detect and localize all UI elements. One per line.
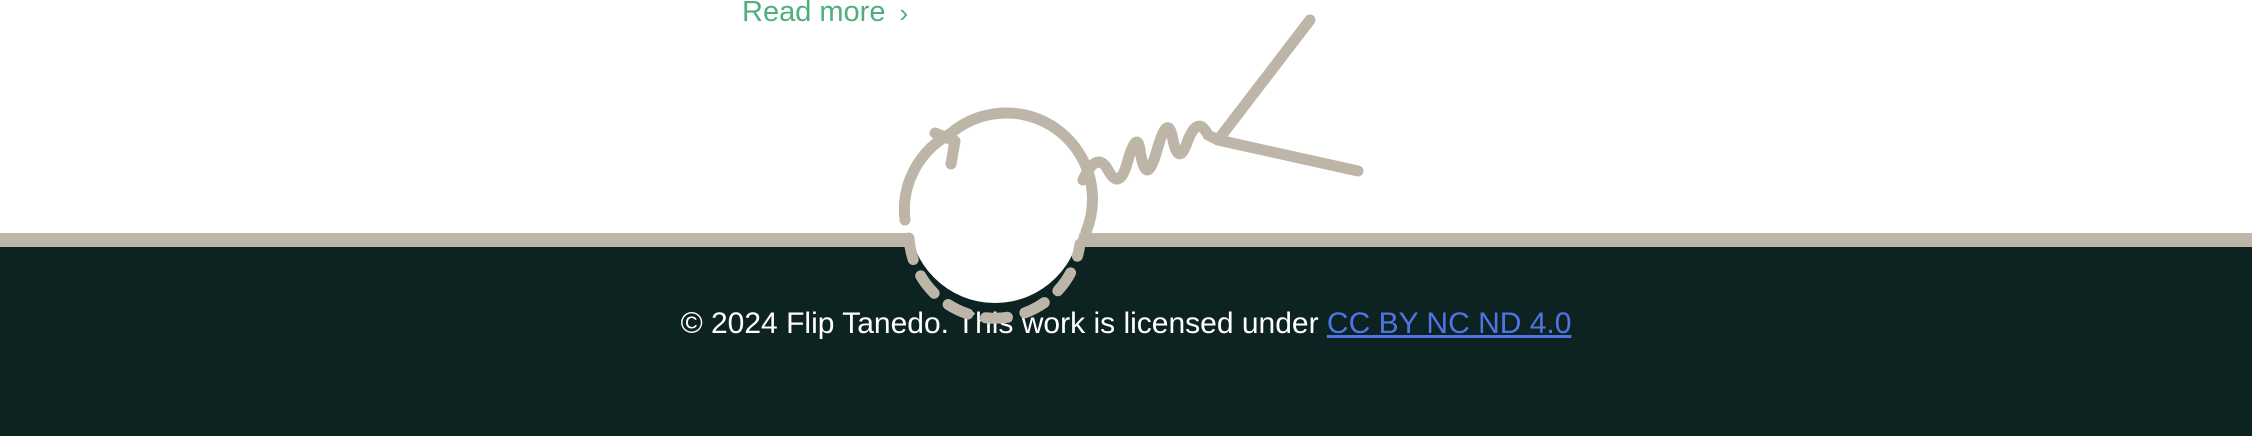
copyright-text: © 2024 Flip Tanedo. This work is license… — [680, 307, 1327, 340]
footer-divider — [0, 233, 2252, 247]
site-footer: © 2024 Flip Tanedo. This work is license… — [0, 247, 2252, 436]
read-more-link[interactable]: Read more › — [742, 0, 908, 29]
content-area: Read more › — [0, 0, 2252, 233]
license-link[interactable]: CC BY NC ND 4.0 — [1327, 307, 1572, 340]
footer-copyright: © 2024 Flip Tanedo. This work is license… — [0, 307, 2252, 341]
chevron-right-icon: › — [899, 0, 909, 28]
read-more-label: Read more — [742, 0, 886, 28]
